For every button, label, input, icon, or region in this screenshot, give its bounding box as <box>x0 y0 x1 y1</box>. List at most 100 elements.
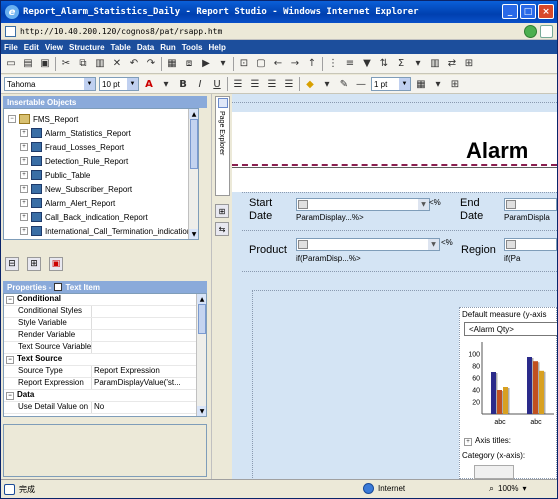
chart-icon[interactable]: ▥ <box>428 57 442 71</box>
tree-item[interactable]: + Alarm_Statistics_Report <box>8 126 192 140</box>
properties-icon[interactable]: ⊞ <box>462 57 476 71</box>
property-value[interactable]: No <box>92 402 206 413</box>
summary-icon[interactable]: Σ <box>394 57 408 71</box>
property-row[interactable]: Style Variable <box>4 318 206 330</box>
page-explorer-tab[interactable]: Page Explorer <box>215 96 230 196</box>
category-dropzone[interactable] <box>474 465 514 479</box>
maximize-button[interactable]: □ <box>520 4 536 19</box>
font-color-icon[interactable]: A <box>142 77 156 91</box>
scroll-down-icon[interactable]: ▼ <box>189 229 198 239</box>
default-measure-dropzone[interactable]: <Alarm Qty> <box>464 322 557 336</box>
axis-titles-label[interactable]: + Axis titles: <box>464 436 511 446</box>
menu-help[interactable]: Help <box>209 43 226 52</box>
product-param[interactable]: if(ParamDisp...%> <box>296 254 361 263</box>
property-value[interactable] <box>92 342 206 353</box>
minimize-button[interactable]: _ <box>502 4 518 19</box>
query-explorer-icon[interactable]: ⊞ <box>215 204 229 218</box>
cut-icon[interactable]: ✂ <box>59 57 73 71</box>
xml-icon[interactable]: ⧈ <box>182 57 196 71</box>
scroll-up-icon[interactable]: ▲ <box>189 109 198 119</box>
collapse-icon[interactable]: − <box>6 296 14 304</box>
tree-item[interactable]: + International_Call_Termination_indicat… <box>8 224 192 238</box>
tree-item[interactable]: + Public_Table <box>8 168 192 182</box>
security-zone[interactable]: Internet <box>363 483 405 494</box>
menu-run[interactable]: Run <box>160 43 176 52</box>
delete-icon[interactable]: ✕ <box>110 57 124 71</box>
security-icon[interactable] <box>540 25 553 38</box>
region-param[interactable]: if(Pa <box>504 254 520 263</box>
expand-icon[interactable]: + <box>464 438 472 446</box>
address-url[interactable]: http://10.40.200.120/cognos8/pat/rsapp.h… <box>20 27 222 36</box>
table-icon[interactable]: ⊞ <box>448 77 462 91</box>
property-value[interactable] <box>92 330 206 341</box>
open-icon[interactable]: ▤ <box>21 57 35 71</box>
expand-icon[interactable]: + <box>20 157 28 165</box>
font-color-dropdown-icon[interactable]: ▾ <box>159 77 173 91</box>
tree-item[interactable]: + Call_Back_indication_Report <box>8 210 192 224</box>
copy-icon[interactable]: ⧉ <box>76 57 90 71</box>
zoom-level[interactable]: ⌕ 100% ▾ <box>489 483 527 494</box>
expand-icon[interactable]: + <box>20 227 28 235</box>
expand-icon[interactable]: + <box>20 185 28 193</box>
data-items-tab-icon[interactable]: ⊞ <box>27 257 41 271</box>
toolbox-tab-icon[interactable]: ▣ <box>49 257 63 271</box>
tree-item[interactable]: + New_Subscriber_Report <box>8 182 192 196</box>
source-tab-icon[interactable]: ⊟ <box>5 257 19 271</box>
menu-table[interactable]: Table <box>111 43 131 52</box>
tree-root[interactable]: − FMS_Report <box>8 112 192 126</box>
filter-icon[interactable]: ▼ <box>360 57 374 71</box>
start-date-prompt[interactable]: ▼ <box>296 198 430 211</box>
properties-scrollbar[interactable]: ▲ ▼ <box>196 294 206 416</box>
property-row[interactable]: Use Detail Value on PageNo <box>4 402 206 414</box>
menu-edit[interactable]: Edit <box>24 43 39 52</box>
italic-icon[interactable]: I <box>193 77 207 91</box>
expand-icon[interactable]: + <box>20 199 28 207</box>
tree-item[interactable]: + Alarm_Alert_Report <box>8 196 192 210</box>
summary-dropdown-icon[interactable]: ▾ <box>411 57 425 71</box>
report-title[interactable]: Alarm <box>466 138 528 164</box>
borders-icon[interactable]: ▦ <box>414 77 428 91</box>
expand-icon[interactable]: + <box>20 143 28 151</box>
property-value[interactable]: Report Expression <box>92 366 206 377</box>
expand-icon[interactable]: + <box>20 213 28 221</box>
property-row[interactable]: Render Variable <box>4 330 206 342</box>
property-row[interactable]: Source Type Report Expression <box>4 366 206 378</box>
property-row[interactable]: Report Expression ParamDisplayValue('st..… <box>4 378 206 390</box>
property-row[interactable]: Conditional Styles <box>4 306 206 318</box>
expand-icon[interactable]: + <box>20 129 28 137</box>
scroll-thumb[interactable] <box>190 119 198 169</box>
run-report-icon[interactable]: ▶ <box>199 57 213 71</box>
condition-explorer-icon[interactable]: ⇆ <box>215 222 229 236</box>
view-tabular-icon[interactable]: ▦ <box>165 57 179 71</box>
scroll-thumb[interactable] <box>198 304 206 334</box>
property-section[interactable]: − Conditional <box>4 294 206 306</box>
end-date-param[interactable]: ParamDispla <box>504 213 550 222</box>
underline-icon[interactable]: U <box>210 77 224 91</box>
new-icon[interactable]: ▭ <box>4 57 18 71</box>
property-value[interactable] <box>92 306 206 317</box>
collapse-icon[interactable]: − <box>8 115 16 123</box>
font-select[interactable]: Tahoma ▼ <box>4 77 96 91</box>
property-row[interactable]: Text Source Variable <box>4 342 206 354</box>
collapse-icon[interactable]: − <box>6 356 14 364</box>
scroll-up-icon[interactable]: ▲ <box>197 294 206 304</box>
run-dropdown-icon[interactable]: ▾ <box>216 57 230 71</box>
sort-az-icon[interactable]: ⇅ <box>377 57 391 71</box>
undo-icon[interactable]: ↶ <box>127 57 141 71</box>
end-date-prompt[interactable] <box>504 198 557 211</box>
background-color-icon[interactable]: ◆ <box>303 77 317 91</box>
background-color-dropdown-icon[interactable]: ▾ <box>320 77 334 91</box>
property-value[interactable] <box>92 318 206 329</box>
line-weight-select[interactable]: 1 pt ▼ <box>371 77 411 91</box>
bold-icon[interactable]: B <box>176 77 190 91</box>
borders-dropdown-icon[interactable]: ▾ <box>431 77 445 91</box>
menu-file[interactable]: File <box>4 43 18 52</box>
align-right-icon[interactable]: ☰ <box>265 77 279 91</box>
font-size-select[interactable]: 10 pt ▼ <box>99 77 139 91</box>
page-icon[interactable]: ▢ <box>254 57 268 71</box>
align-left-icon[interactable]: ☰ <box>231 77 245 91</box>
tree-item[interactable]: + Detection_Rule_Report <box>8 154 192 168</box>
property-section[interactable]: − Data <box>4 390 206 402</box>
align-center-icon[interactable]: ☰ <box>248 77 262 91</box>
arrow-right-icon[interactable]: → <box>288 57 302 71</box>
